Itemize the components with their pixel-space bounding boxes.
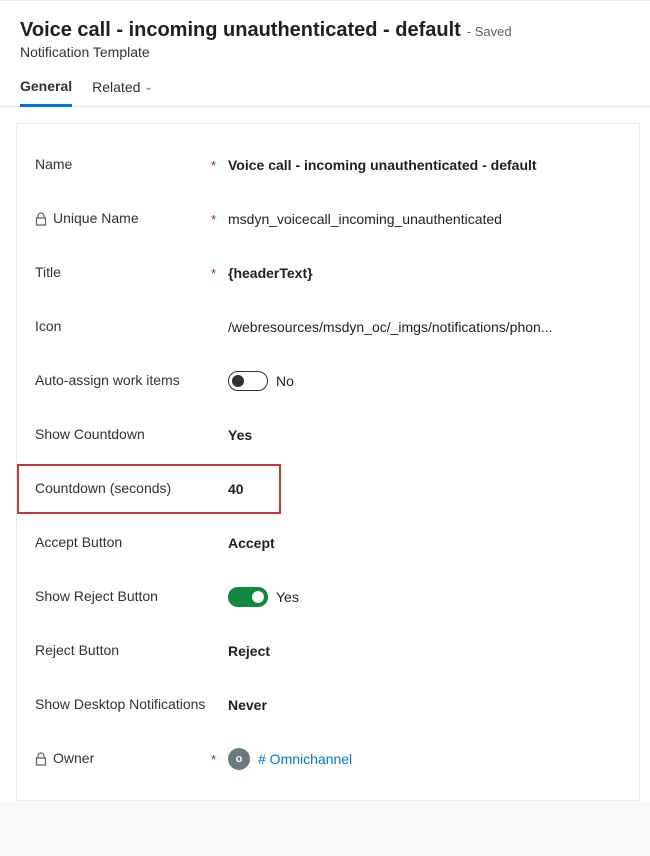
tab-related-label: Related <box>92 79 140 95</box>
chevron-down-icon: ⌄ <box>144 82 152 93</box>
field-auto-assign-label: Auto-assign work items <box>35 372 220 390</box>
form-card: Name * Voice call - incoming unauthentic… <box>16 123 640 801</box>
field-title[interactable]: Title * {headerText} <box>35 246 621 300</box>
page-title: Voice call - incoming unauthenticated - … <box>20 19 461 42</box>
lock-icon <box>35 752 47 766</box>
tab-related[interactable]: Related ⌄ <box>92 78 153 106</box>
field-show-countdown-label: Show Countdown <box>35 426 220 444</box>
field-reject-button-label: Reject Button <box>35 642 220 660</box>
owner-avatar: o <box>228 748 250 770</box>
tab-general[interactable]: General <box>20 78 72 107</box>
lock-icon <box>35 212 47 226</box>
field-show-countdown-value[interactable]: Yes <box>228 427 621 443</box>
field-icon-value[interactable]: /webresources/msdyn_oc/_imgs/notificatio… <box>228 319 621 335</box>
field-reject-button-value[interactable]: Reject <box>228 643 621 659</box>
tab-general-label: General <box>20 78 72 94</box>
field-unique-name-value: msdyn_voicecall_incoming_unauthenticated <box>228 211 621 227</box>
field-title-label: Title <box>35 264 220 282</box>
field-name-label: Name <box>35 156 220 174</box>
required-marker: * <box>211 266 216 281</box>
field-name-value[interactable]: Voice call - incoming unauthenticated - … <box>228 157 621 173</box>
field-countdown-label: Countdown (seconds) <box>35 480 220 498</box>
field-icon-label: Icon <box>35 318 220 336</box>
field-name[interactable]: Name * Voice call - incoming unauthentic… <box>35 138 621 192</box>
field-show-desktop-value[interactable]: Never <box>228 697 621 713</box>
field-accept-button-label: Accept Button <box>35 534 220 552</box>
entity-type-label: Notification Template <box>20 44 630 60</box>
auto-assign-toggle[interactable] <box>228 371 268 391</box>
field-unique-name[interactable]: Unique Name * msdyn_voicecall_incoming_u… <box>35 192 621 246</box>
field-show-countdown[interactable]: Show Countdown Yes <box>35 408 621 462</box>
field-accept-button-value[interactable]: Accept <box>228 535 621 551</box>
field-owner-label: Owner <box>53 750 220 768</box>
field-icon[interactable]: Icon /webresources/msdyn_oc/_imgs/notifi… <box>35 300 621 354</box>
page-header: Voice call - incoming unauthenticated - … <box>0 1 650 64</box>
field-unique-name-label: Unique Name <box>53 210 220 228</box>
field-auto-assign[interactable]: Auto-assign work items No <box>35 354 621 408</box>
show-reject-toggle[interactable] <box>228 587 268 607</box>
required-marker: * <box>211 158 216 173</box>
field-show-desktop-label: Show Desktop Notifications <box>35 696 220 714</box>
field-show-desktop[interactable]: Show Desktop Notifications Never <box>35 678 621 732</box>
required-marker: * <box>211 212 216 227</box>
field-accept-button[interactable]: Accept Button Accept <box>35 516 621 570</box>
field-owner[interactable]: Owner * o # Omnichannel <box>35 732 621 786</box>
owner-link[interactable]: # Omnichannel <box>258 751 352 767</box>
saved-status: - Saved <box>467 24 512 39</box>
field-title-value[interactable]: {headerText} <box>228 265 621 281</box>
field-countdown[interactable]: Countdown (seconds) 40 <box>17 462 621 516</box>
field-show-reject[interactable]: Show Reject Button Yes <box>35 570 621 624</box>
field-show-reject-value: Yes <box>276 589 299 605</box>
tab-strip: General Related ⌄ <box>0 64 650 107</box>
field-countdown-value[interactable]: 40 <box>228 481 621 497</box>
field-reject-button[interactable]: Reject Button Reject <box>35 624 621 678</box>
field-auto-assign-value: No <box>276 373 294 389</box>
field-show-reject-label: Show Reject Button <box>35 588 220 606</box>
required-marker: * <box>211 752 216 767</box>
